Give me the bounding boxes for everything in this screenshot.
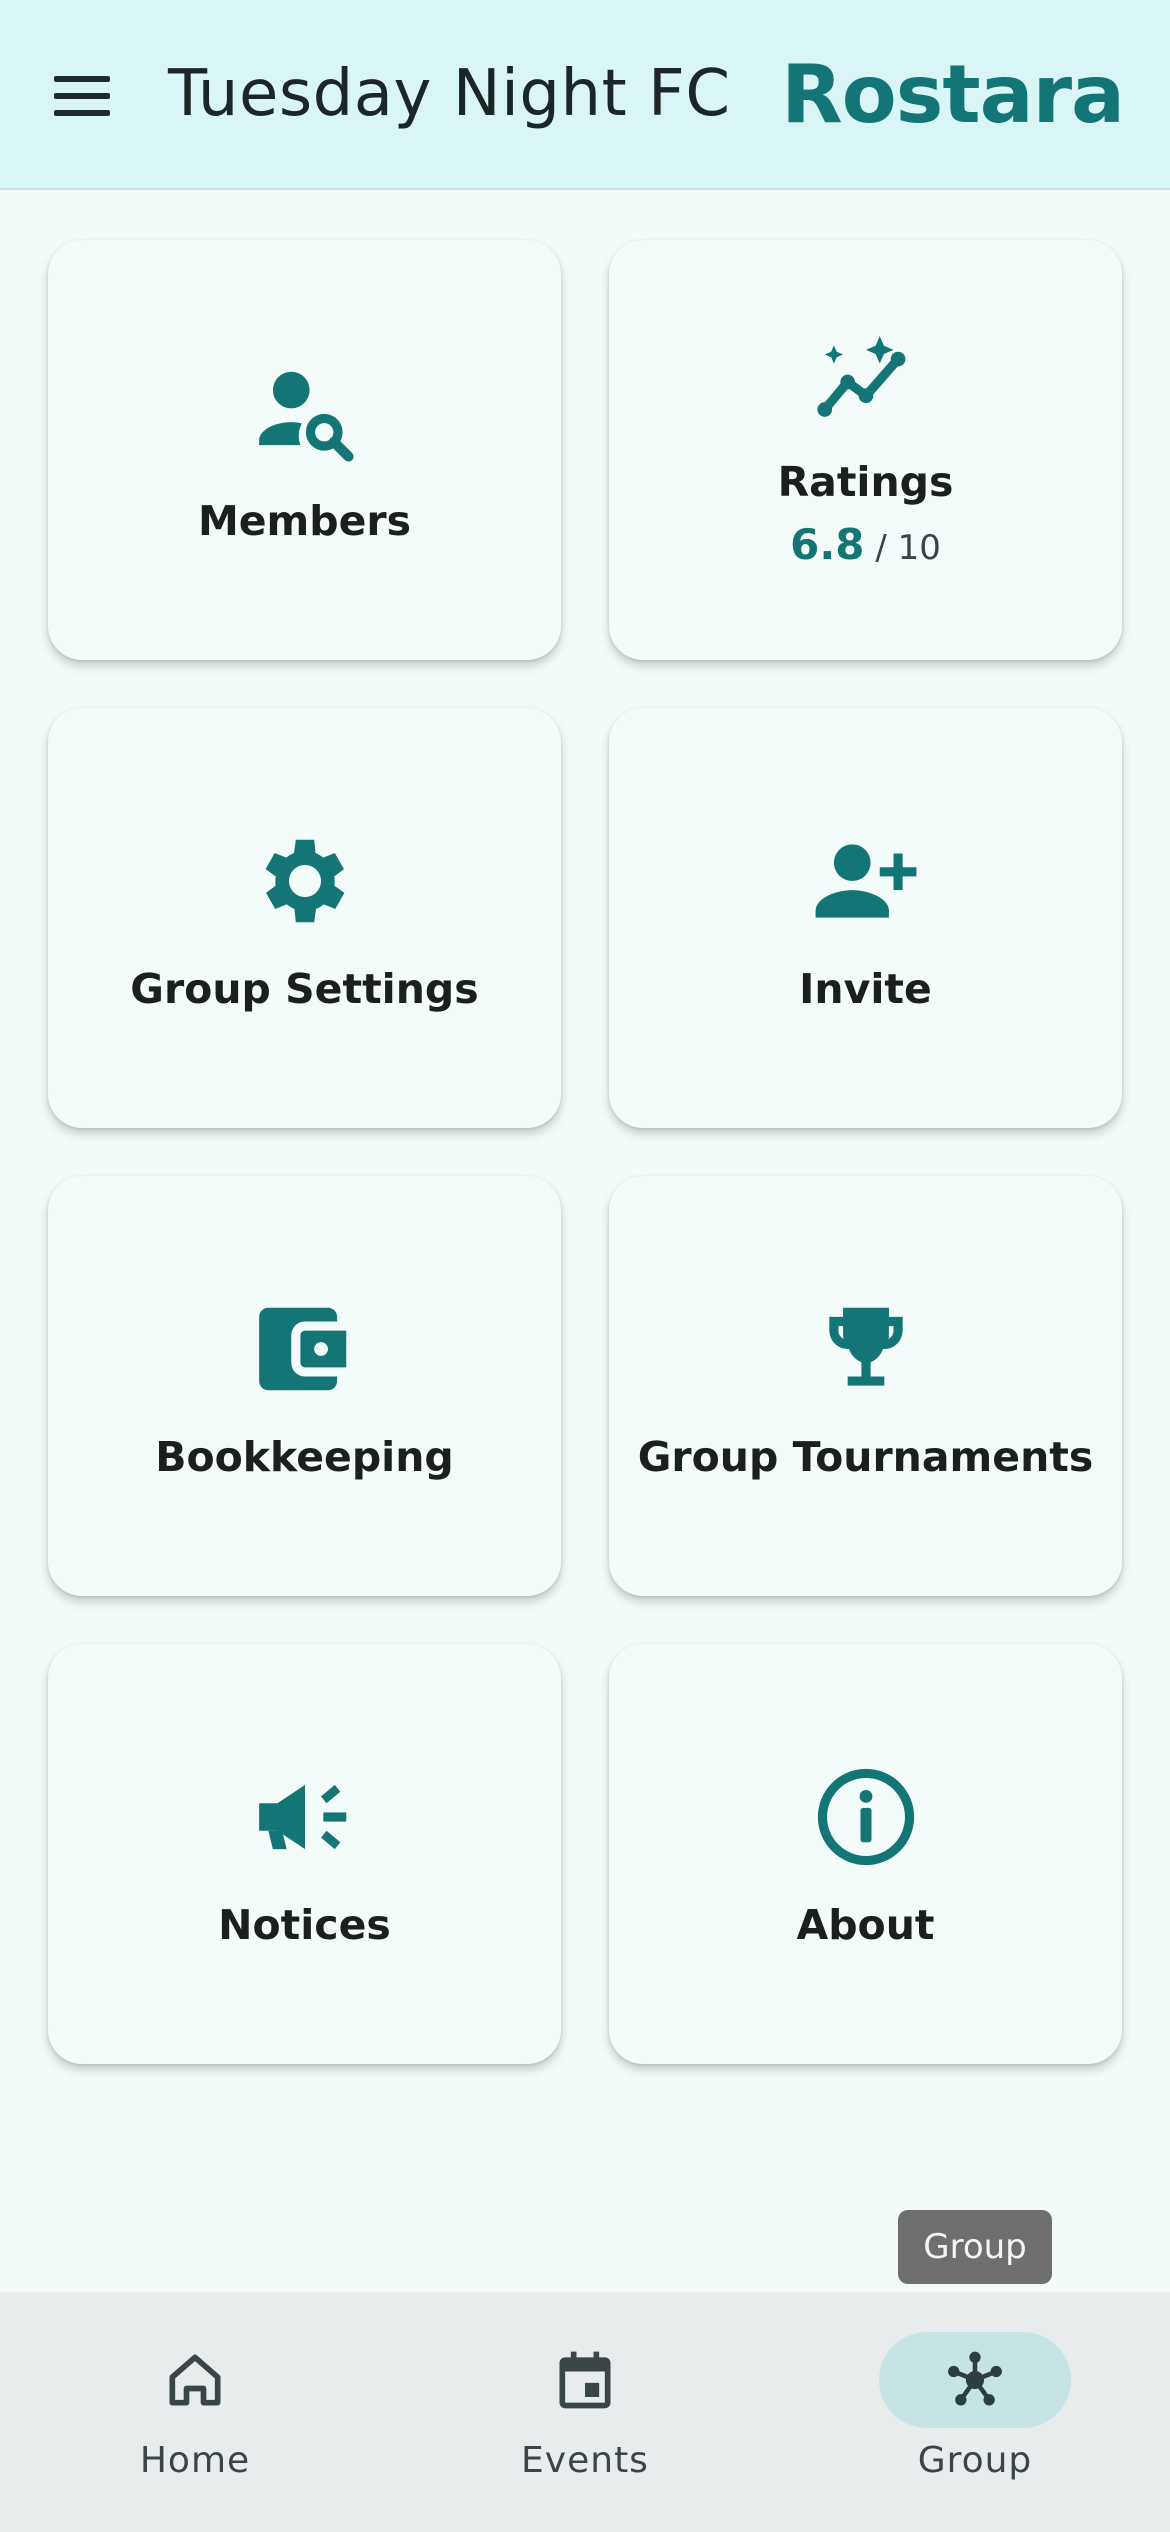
bookkeeping-card[interactable]: Bookkeeping bbox=[48, 1176, 561, 1596]
person-search-icon bbox=[245, 353, 365, 473]
group-tournaments-label: Group Tournaments bbox=[637, 1433, 1094, 1481]
group-tooltip: Group bbox=[898, 2210, 1052, 2284]
megaphone-icon bbox=[245, 1757, 365, 1877]
ratings-card[interactable]: Ratings 6.8 / 10 bbox=[609, 240, 1122, 660]
nav-home-label: Home bbox=[139, 2440, 251, 2481]
calendar-icon bbox=[489, 2332, 681, 2428]
invite-card[interactable]: Invite bbox=[609, 708, 1122, 1128]
brand-logo: Rostara bbox=[781, 48, 1125, 141]
about-card[interactable]: About bbox=[609, 1644, 1122, 2064]
nav-group-label: Group bbox=[917, 2440, 1033, 2481]
app-header: Tuesday Night FC Rostara bbox=[0, 0, 1170, 190]
bottom-navigation: Home Events Group bbox=[0, 2292, 1170, 2532]
nav-group[interactable]: Group bbox=[780, 2292, 1170, 2532]
rating-scale: / 10 bbox=[864, 527, 941, 568]
group-settings-card[interactable]: Group Settings bbox=[48, 708, 561, 1128]
nav-home[interactable]: Home bbox=[0, 2292, 390, 2532]
rating-value: 6.8 bbox=[790, 519, 865, 569]
trophy-icon bbox=[806, 1289, 926, 1409]
ratings-label: Ratings bbox=[777, 457, 954, 506]
nav-events-label: Events bbox=[521, 2440, 649, 2481]
group-tournaments-card[interactable]: Group Tournaments bbox=[609, 1176, 1122, 1596]
rating-score: 6.8 / 10 bbox=[790, 520, 941, 579]
notices-label: Notices bbox=[218, 1901, 391, 1949]
home-icon bbox=[99, 2332, 291, 2428]
members-card[interactable]: Members bbox=[48, 240, 561, 660]
person-add-icon bbox=[806, 821, 926, 941]
trending-sparkle-icon bbox=[806, 322, 926, 442]
info-icon bbox=[806, 1757, 926, 1877]
wallet-icon bbox=[245, 1289, 365, 1409]
gear-icon bbox=[245, 821, 365, 941]
group-menu-grid: Members Ratings 6.8 / 10 Group Settings … bbox=[48, 240, 1122, 2064]
app-root: Tuesday Night FC Rostara Members Ratings… bbox=[0, 0, 1170, 2532]
about-label: About bbox=[796, 1901, 935, 1949]
page-title: Tuesday Night FC bbox=[168, 57, 731, 131]
invite-label: Invite bbox=[799, 965, 932, 1013]
notices-card[interactable]: Notices bbox=[48, 1644, 561, 2064]
group-settings-label: Group Settings bbox=[130, 965, 479, 1013]
bookkeeping-label: Bookkeeping bbox=[155, 1433, 454, 1481]
nav-events[interactable]: Events bbox=[390, 2292, 780, 2532]
members-label: Members bbox=[197, 497, 412, 545]
hamburger-menu-icon[interactable] bbox=[52, 70, 112, 122]
group-hub-icon bbox=[879, 2332, 1071, 2428]
